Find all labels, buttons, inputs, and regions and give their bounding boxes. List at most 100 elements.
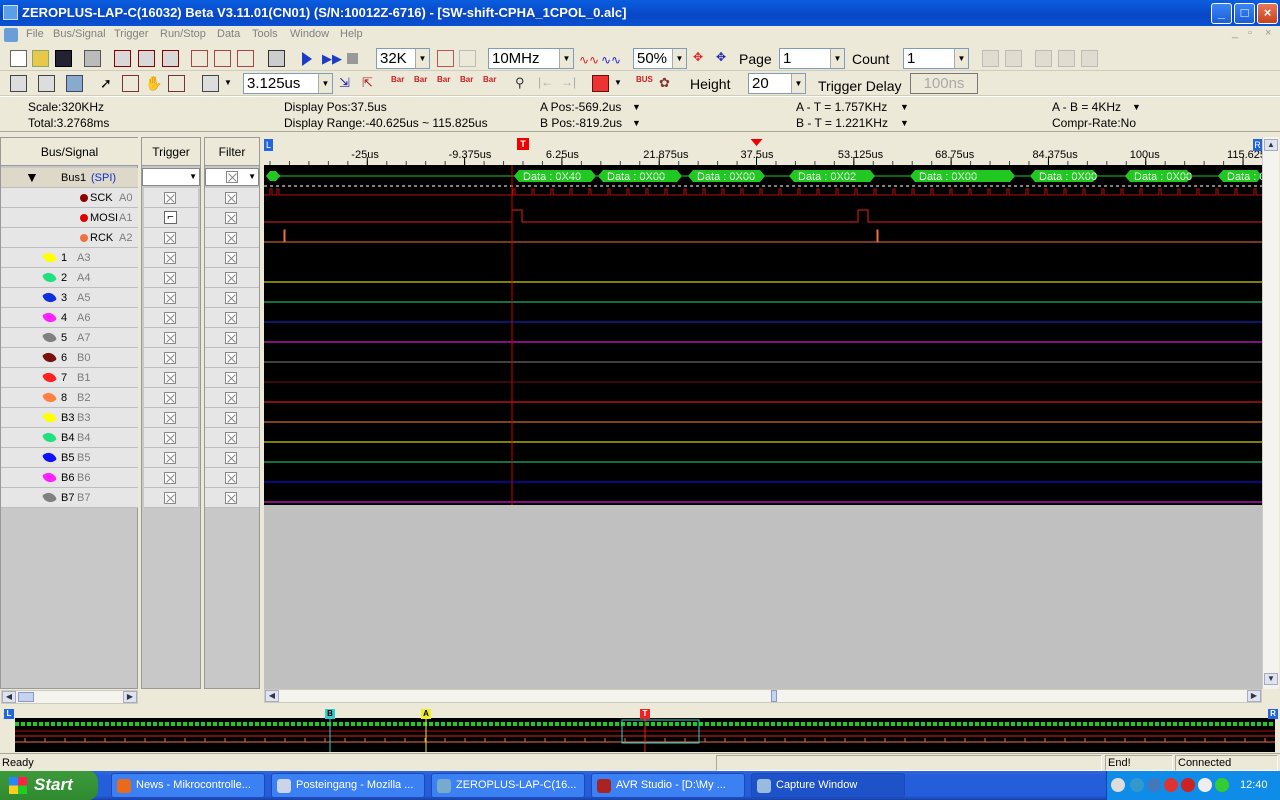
tray-wifi-icon[interactable] [1215, 778, 1229, 792]
signal-row[interactable]: 5 A7 [1, 328, 138, 348]
task-mail[interactable]: Posteingang - Mozilla ... [271, 773, 425, 798]
signal-row[interactable]: 2 A4 [1, 268, 138, 288]
trigger-edit-icon[interactable] [138, 50, 155, 67]
chevron-down-icon[interactable]: ▼ [224, 78, 232, 87]
time-ruler[interactable]: -25us -9.375us 6.25us 21.875us 37.5us 53.125u… [264, 137, 1278, 165]
signal-row[interactable]: B3 B3 [1, 408, 138, 428]
signal-row[interactable]: RCK A2 [1, 228, 138, 248]
filter-cell[interactable] [205, 208, 259, 228]
memory-select[interactable]: 32K ▼ [376, 48, 430, 69]
trigger-cell[interactable] [144, 428, 198, 448]
signal-row[interactable]: B4 B4 [1, 428, 138, 448]
tray-security-icon[interactable] [1164, 778, 1178, 792]
signal-row[interactable]: SCK A0 [1, 188, 138, 208]
trigger-cell[interactable] [144, 408, 198, 428]
trigger-marker[interactable]: T [516, 138, 529, 150]
zoom-fit-icon[interactable]: ⇲ [339, 75, 356, 92]
scroll-left-icon[interactable]: ◀ [265, 690, 279, 702]
menu-bus-signal[interactable]: Bus/Signal [53, 28, 106, 40]
filter-cell[interactable] [205, 248, 259, 268]
signal-row[interactable]: B6 B6 [1, 468, 138, 488]
start-button[interactable]: Start [0, 771, 98, 800]
overview-trigger-marker[interactable]: T [640, 709, 650, 719]
bus-group-icon[interactable]: Bar [460, 75, 477, 92]
prev-icon[interactable]: |← [538, 75, 555, 92]
zoom-in-icon[interactable]: ✥ [693, 50, 710, 67]
timescale-select[interactable]: 3.125us ▼ [243, 73, 333, 94]
nav-disabled-icon[interactable] [1005, 50, 1022, 67]
filter-cell[interactable] [205, 428, 259, 448]
waveform-h-scrollbar[interactable]: ◀ ▶ [264, 689, 1262, 703]
filter-cell[interactable] [205, 408, 259, 428]
zoom-full-icon[interactable]: ⇱ [362, 75, 379, 92]
scroll-thumb[interactable] [18, 692, 34, 702]
waveform-view-icon[interactable] [10, 75, 27, 92]
signal-row[interactable]: 6 B0 [1, 348, 138, 368]
frequency-select[interactable]: 10MHz ▼ [488, 48, 574, 69]
bus-ungroup-icon[interactable]: Bar [483, 75, 500, 92]
collapse-triangle-icon[interactable]: ▼ [25, 169, 39, 185]
screen-capture-icon[interactable] [592, 75, 609, 92]
filter-cell[interactable] [205, 268, 259, 288]
signal-row[interactable]: 8 B2 [1, 388, 138, 408]
filter-cell[interactable] [205, 188, 259, 208]
menu-tools[interactable]: Tools [252, 28, 278, 40]
signal-h-scrollbar[interactable]: ◀ ▶ [1, 690, 138, 704]
binoculars-icon[interactable]: ⚲ [515, 75, 532, 92]
bus-trigger-select[interactable]: ▼ [142, 168, 200, 186]
nav-disabled-icon[interactable] [1035, 50, 1052, 67]
trigger-cell[interactable] [144, 388, 198, 408]
b-pos-dropdown-icon[interactable]: ▼ [632, 118, 641, 128]
trigger-cell[interactable] [144, 488, 198, 508]
trigger-cell[interactable] [144, 268, 198, 288]
trigger-cell[interactable] [144, 288, 198, 308]
tray-monitor-icon[interactable] [1147, 778, 1161, 792]
nav-disabled-icon[interactable] [1058, 50, 1075, 67]
signal-row[interactable]: 3 A5 [1, 288, 138, 308]
filter-cell[interactable] [205, 328, 259, 348]
bus-filter-select[interactable]: ▼ [205, 168, 259, 186]
task-avr-studio[interactable]: AVR Studio - [D:\My ... [591, 773, 745, 798]
clock-int-icon[interactable]: ∿∿ [601, 53, 621, 67]
mdi-minimize-icon[interactable]: _ [1232, 27, 1238, 39]
scroll-right-icon[interactable]: ▶ [123, 691, 137, 703]
filter-cell[interactable] [205, 468, 259, 488]
overview-b-marker[interactable]: B [325, 709, 335, 719]
trigger-cell[interactable] [144, 348, 198, 368]
open-folder-icon[interactable] [32, 50, 49, 67]
filter-cell[interactable] [205, 388, 259, 408]
print-icon[interactable] [84, 50, 101, 67]
trigger-cell[interactable]: ⌐ [144, 208, 198, 228]
hand-icon[interactable]: ✋ [145, 75, 162, 92]
left-marker[interactable]: L [264, 139, 273, 151]
filter-cell[interactable] [205, 348, 259, 368]
signal-row[interactable]: 1 A3 [1, 248, 138, 268]
trigger-delay-button[interactable]: 100ns [910, 73, 978, 94]
signal-row[interactable]: 7 B1 [1, 368, 138, 388]
menu-data[interactable]: Data [217, 28, 240, 40]
plugin-icon[interactable]: ✿ [659, 75, 676, 92]
bus-analysis-icon[interactable]: BUS [636, 75, 653, 92]
save-icon[interactable] [55, 50, 72, 67]
edge-fall-icon[interactable] [214, 50, 231, 67]
tray-antivirus-icon[interactable] [1181, 778, 1195, 792]
filter-cell[interactable] [205, 228, 259, 248]
trigger-cell[interactable] [144, 228, 198, 248]
signal-row[interactable]: 4 A6 [1, 308, 138, 328]
overview-left-marker[interactable]: L [4, 709, 14, 719]
task-zeroplus[interactable]: ZEROPLUS-LAP-C(16... [431, 773, 585, 798]
trigger-cell[interactable] [144, 188, 198, 208]
overview-right-marker[interactable]: R [1268, 709, 1278, 719]
clock-ext-icon[interactable]: ∿∿ [579, 53, 599, 67]
mdi-close-icon[interactable]: × [1265, 27, 1271, 39]
signal-row[interactable]: MOSI A1 [1, 208, 138, 228]
run-icon[interactable] [302, 52, 312, 66]
minimize-button[interactable]: _ [1211, 3, 1232, 24]
state-view-icon[interactable] [66, 75, 83, 92]
edge-rise-icon[interactable] [191, 50, 208, 67]
task-capture[interactable]: Capture Window [751, 773, 905, 798]
doc-icon[interactable] [4, 28, 18, 42]
hardware-icon[interactable] [268, 50, 285, 67]
nav-disabled-icon[interactable] [982, 50, 999, 67]
pointer-icon[interactable]: ➚ [100, 75, 117, 92]
